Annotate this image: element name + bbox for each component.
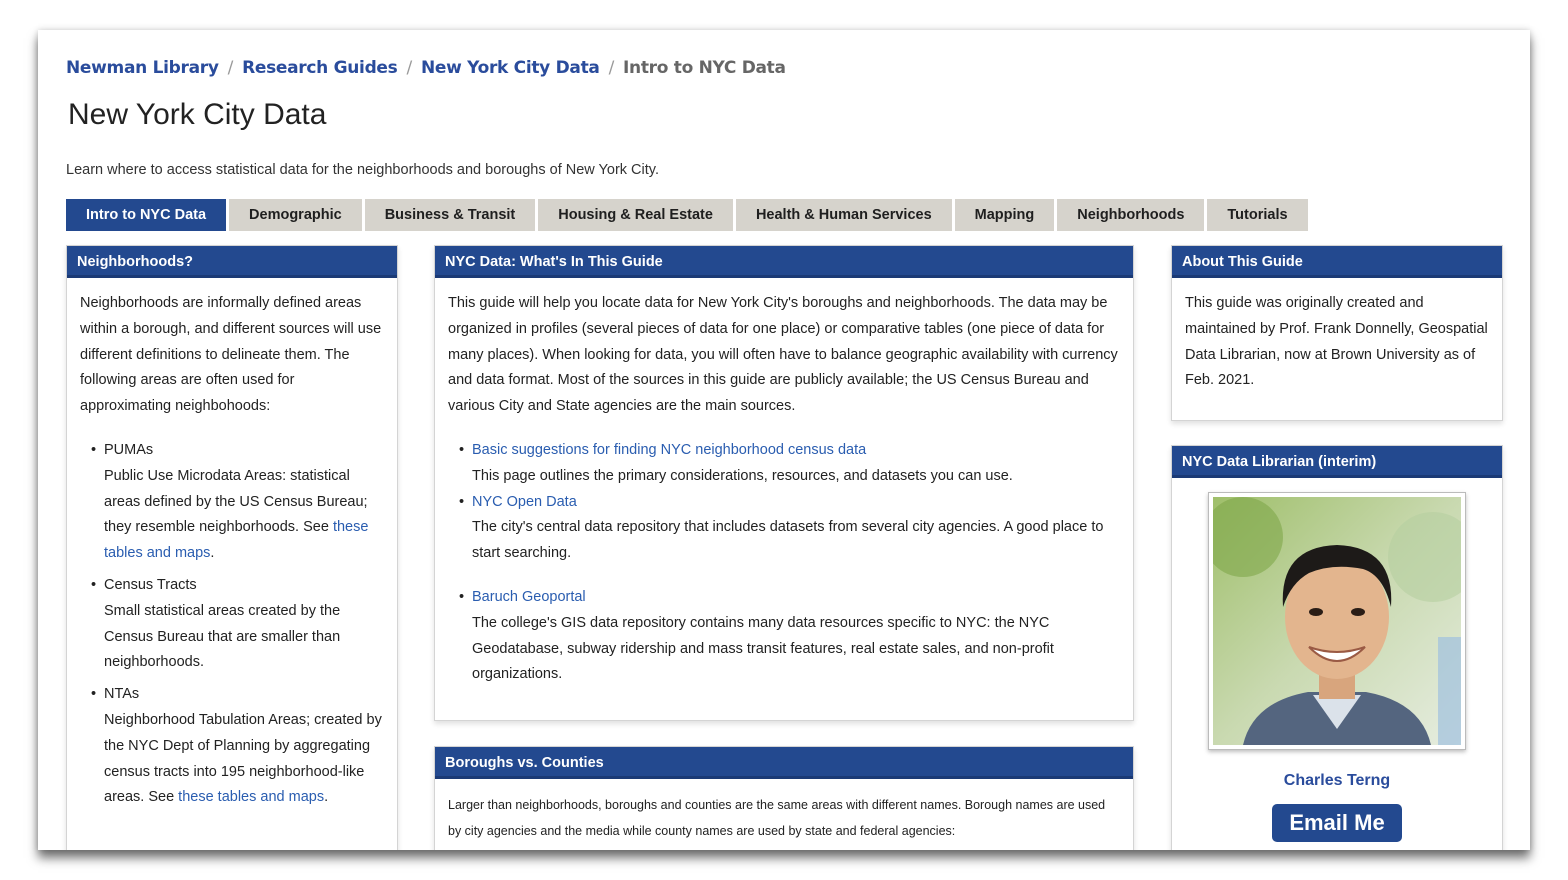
guide-tabs: Intro to NYC Data Demographic Business &… — [66, 199, 1308, 231]
breadcrumb-separator: / — [406, 58, 413, 78]
list-item: NTAs Neighborhood Tabulation Areas; crea… — [91, 682, 384, 811]
boroughs-box-title: Boroughs vs. Counties — [435, 747, 1133, 779]
librarian-box-title: NYC Data Librarian (interim) — [1172, 446, 1502, 478]
breadcrumb-newman-library[interactable]: Newman Library — [66, 58, 219, 78]
tab-mapping[interactable]: Mapping — [954, 199, 1055, 231]
breadcrumb: Newman Library / Research Guides / New York … — [66, 58, 786, 78]
breadcrumb-current: Intro to NYC Data — [623, 58, 786, 78]
baruch-geoportal-link[interactable]: Baruch Geoportal — [472, 589, 586, 605]
guide-contents-title: NYC Data: What's In This Guide — [435, 246, 1133, 278]
neighborhoods-intro: Neighborhoods are informally defined are… — [80, 295, 382, 415]
tab-housing-real-estate[interactable]: Housing & Real Estate — [538, 199, 733, 231]
list-item-text: Small statistical areas created by the C… — [104, 602, 341, 671]
about-box: About This Guide This guide was original… — [1171, 245, 1503, 421]
browser-page: Newman Library / Research Guides / New York … — [38, 30, 1530, 850]
census-suggestions-link[interactable]: Basic suggestions for finding NYC neighb… — [472, 442, 866, 458]
librarian-box: NYC Data Librarian (interim) Charles Ter… — [1171, 445, 1503, 850]
tab-health-human-services[interactable]: Health & Human Services — [735, 199, 952, 231]
list-item-term: NTAs — [104, 686, 140, 703]
link-description: This page outlines the primary considera… — [472, 467, 1013, 484]
list-item-after: . — [324, 789, 329, 806]
boroughs-text: Larger than neighborhoods, boroughs and … — [448, 798, 1106, 838]
tab-intro[interactable]: Intro to NYC Data — [66, 199, 227, 231]
librarian-photo — [1208, 492, 1466, 750]
breadcrumb-separator: / — [608, 58, 615, 78]
neighborhoods-box: Neighborhoods? Neighborhoods are informa… — [66, 245, 398, 850]
breadcrumb-separator: / — [227, 58, 234, 78]
breadcrumb-research-guides[interactable]: Research Guides — [242, 58, 398, 78]
list-item-after: . — [210, 545, 215, 562]
link-description: The college's GIS data repository contai… — [472, 614, 1054, 683]
list-item-term: PUMAs — [104, 441, 154, 458]
list-item-desc: Public Use Microdata Areas: statistical … — [104, 467, 368, 536]
librarian-name[interactable]: Charles Terng — [1172, 772, 1502, 790]
about-text: This guide was originally created and ma… — [1185, 295, 1488, 389]
list-item: NYC Open Data The city's central data re… — [459, 490, 1120, 567]
neighborhoods-box-title: Neighborhoods? — [67, 246, 397, 278]
ntas-tables-maps-link[interactable]: these tables and maps — [178, 789, 324, 805]
librarian-portrait-image — [1213, 497, 1461, 745]
tab-business-transit[interactable]: Business & Transit — [364, 199, 536, 231]
guide-intro: This guide will help you locate data for… — [448, 295, 1118, 415]
about-box-title: About This Guide — [1172, 246, 1502, 278]
guide-contents-box: NYC Data: What's In This Guide This guid… — [434, 245, 1134, 721]
list-item-term: Census Tracts — [104, 576, 197, 593]
page-description: Learn where to access statistical data f… — [66, 162, 659, 178]
email-me-button[interactable]: Email Me — [1272, 804, 1402, 842]
tab-demographic[interactable]: Demographic — [229, 199, 362, 231]
list-item: Baruch Geoportal The college's GIS data … — [459, 585, 1120, 688]
list-item-text: Public Use Microdata Areas: statistical … — [104, 464, 384, 567]
list-item: Census Tracts Small statistical areas cr… — [91, 573, 384, 676]
link-description: The city's central data repository that … — [472, 519, 1104, 562]
boroughs-box: Boroughs vs. Counties Larger than neighb… — [434, 746, 1134, 850]
breadcrumb-nyc-data[interactable]: New York City Data — [421, 58, 600, 78]
tab-tutorials[interactable]: Tutorials — [1207, 199, 1308, 231]
nyc-open-data-link[interactable]: NYC Open Data — [472, 494, 577, 510]
page-title: New York City Data — [68, 98, 327, 131]
list-item: Basic suggestions for finding NYC neighb… — [459, 438, 1120, 490]
tab-neighborhoods[interactable]: Neighborhoods — [1057, 199, 1205, 231]
neighborhood-area-list: PUMAs Public Use Microdata Areas: statis… — [80, 438, 384, 811]
list-item-text: Neighborhood Tabulation Areas; created b… — [104, 708, 384, 811]
guide-link-list: Basic suggestions for finding NYC neighb… — [448, 438, 1120, 688]
list-item: PUMAs Public Use Microdata Areas: statis… — [91, 438, 384, 567]
